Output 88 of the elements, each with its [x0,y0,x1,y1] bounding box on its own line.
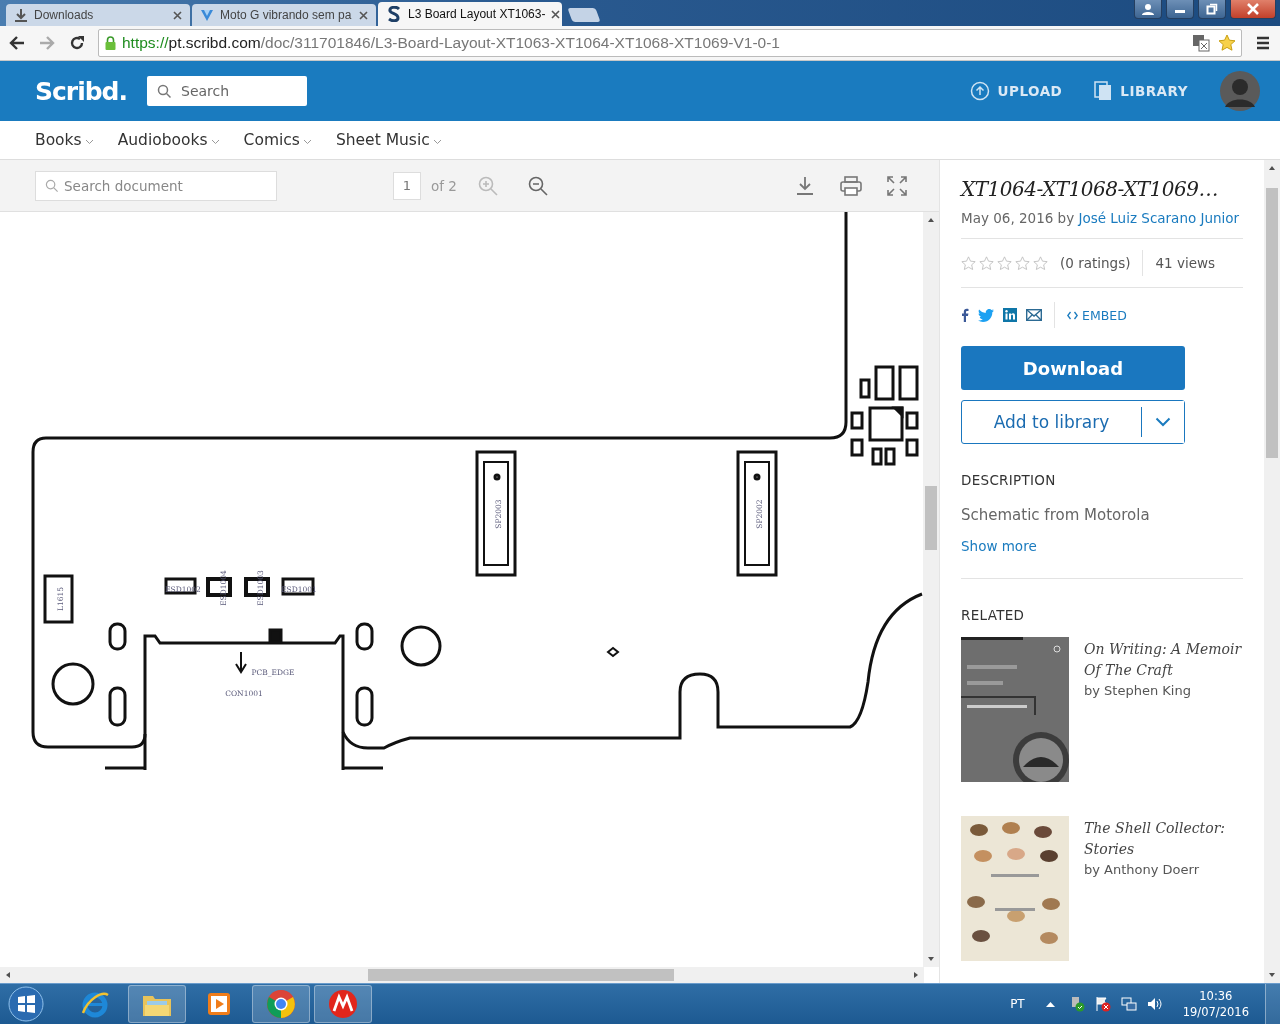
book-author: by Stephen King [1084,683,1192,698]
rating-star[interactable] [1015,255,1030,271]
chrome-icon[interactable] [266,989,296,1019]
page-number-field[interactable]: 1 [393,171,421,200]
lock-icon [105,36,116,50]
site-icon [200,8,214,22]
scroll-up-arrow[interactable] [927,216,935,224]
show-more-link[interactable]: Show more [961,538,1243,554]
search-field[interactable]: Search document [35,170,277,201]
nav-menu[interactable]: Comics [243,131,312,149]
restore-icon[interactable] [1198,0,1226,19]
close-icon[interactable] [1230,0,1276,19]
site-icon [386,6,402,22]
close-icon[interactable] [551,9,561,19]
email-icon[interactable] [1026,309,1042,321]
document-title: XT1064-XT1068-XT1069… [961,176,1220,203]
caret-icon [432,139,442,145]
translate-icon[interactable] [1191,34,1211,52]
search-icon [45,178,59,193]
section-heading: RELATED [961,607,1026,623]
clock[interactable]: 10:36 19/07/2016 [1182,988,1249,1020]
upload-icon [969,81,990,101]
scrollbar-thumb[interactable] [1266,188,1278,458]
scroll-down-arrow[interactable] [927,955,935,963]
search-field[interactable]: Search [147,76,307,106]
scroll-right-arrow[interactable] [912,971,920,979]
embed-link[interactable]: EMBED [1067,307,1127,323]
language-indicator[interactable]: PT [1010,997,1025,1011]
nav-menu[interactable]: Books [35,131,94,149]
nav-menu[interactable]: Audiobooks [117,131,220,149]
facebook-icon[interactable] [961,308,969,322]
page-count: of 2 [431,177,457,194]
author-link[interactable]: José Luiz Scarano Junior [1078,210,1240,226]
motorola-icon[interactable] [328,989,358,1019]
url-text: https://pt.scribd.com/doc/311701846/L3-Board-Layout-XT1063-XT1064-XT1068-XT1069-V1-0-1 [122,34,781,52]
volume-icon[interactable] [1146,996,1163,1012]
scroll-down-arrow[interactable] [1268,971,1276,979]
scroll-left-arrow[interactable] [4,971,12,979]
reload-icon[interactable] [68,34,86,52]
media-player-icon[interactable] [206,991,232,1017]
minimize-icon[interactable] [1166,0,1194,19]
library-link[interactable]: LIBRARY [1094,81,1188,101]
linkedin-icon[interactable] [1003,308,1017,322]
twitter-icon[interactable] [978,308,994,322]
star-icon[interactable] [1217,34,1237,52]
rating-star[interactable] [979,255,994,271]
back-icon[interactable] [8,34,26,52]
chevron-icon [1155,417,1171,427]
code-icon [1067,310,1078,320]
browser-tab[interactable]: Downloads [6,4,190,26]
section-heading: DESCRIPTION [961,472,1057,488]
scrollbar-thumb[interactable] [368,969,674,981]
avatar[interactable] [1220,71,1260,111]
network-icon[interactable] [1120,996,1137,1012]
address-bar[interactable]: https://pt.scribd.com/doc/311701846/L3-Board-Layout-XT1063-XT1064-XT1068-XT1069-V1-0-1 [98,29,1242,57]
upload-info: May 06, 2016 by José Luiz Scarano Junior [961,210,1243,239]
new-tab-button[interactable] [567,8,601,22]
nav-menu[interactable]: Sheet Music [335,131,442,149]
caret-icon [84,139,94,145]
action-center-icon[interactable] [1094,996,1111,1012]
download-button[interactable]: Download [961,346,1185,390]
scribd-logo[interactable]: Scribd. [35,76,127,106]
library-icon [1094,81,1113,101]
rating-star[interactable] [961,255,976,271]
rating-star[interactable] [1033,255,1048,271]
scrollbar-thumb[interactable] [925,486,937,550]
description-text: Schematic from Motorola [961,506,1151,524]
scroll-up-arrow[interactable] [1268,164,1276,172]
browser-tab[interactable]: L3 Board Layout XT1063- [378,2,562,26]
tab-title: Downloads [34,8,95,22]
close-icon[interactable] [173,10,182,20]
book-title-link[interactable]: On Writing: A Memoir Of The Craft [1084,639,1243,681]
book-title-link[interactable]: The Shell Collector: Stories [1084,818,1243,860]
profile-icon[interactable] [1134,0,1162,19]
browser-tab[interactable]: Moto G vibrando sem pa [192,4,376,26]
upload-link[interactable]: UPLOAD [969,81,1063,101]
caret-icon [302,139,312,145]
rating-star[interactable] [997,255,1012,271]
download-icon [14,8,28,22]
tab-title: Moto G vibrando sem pa [220,8,353,22]
book-author: by Anthony Doerr [1084,862,1200,877]
menu-icon[interactable] [1254,34,1272,52]
view-count: 41 views [1155,255,1216,271]
search-icon [157,84,172,99]
tab-title: L3 Board Layout XT1063- [408,7,546,21]
caret-icon [210,139,220,145]
close-icon[interactable] [359,10,368,20]
ratings-count: (0 ratings) [1060,255,1131,271]
